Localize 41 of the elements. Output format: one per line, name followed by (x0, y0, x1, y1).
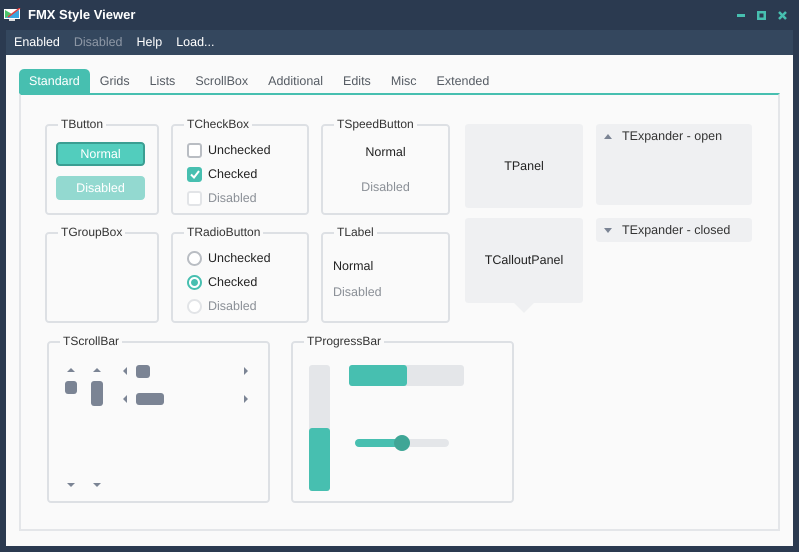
tab[interactable]: Additional (258, 69, 334, 93)
radio-button[interactable] (187, 274, 202, 290)
text-label: Disabled (333, 284, 383, 301)
minimize-icon[interactable] (737, 14, 745, 16)
text-label: Normal (333, 258, 374, 275)
callout-panel-text: TCalloutPanel (484, 252, 564, 270)
group-title: TSpeedButton (334, 116, 417, 132)
radio-label: Disabled (208, 298, 257, 315)
tab[interactable]: Misc (380, 69, 427, 93)
panel-text: TPanel (504, 158, 544, 175)
menu-item[interactable]: Help (136, 33, 162, 52)
checkbox[interactable] (187, 166, 202, 182)
menu-item[interactable]: Enabled (14, 33, 60, 52)
checkbox[interactable] (187, 142, 202, 158)
tab[interactable]: Grids (90, 69, 140, 93)
expander-header[interactable]: TExpander - closed (596, 218, 752, 242)
menu-item[interactable]: Load... (176, 33, 214, 52)
radio-button[interactable] (187, 250, 202, 266)
window-title: FMX Style Viewer (28, 6, 136, 24)
radio-label: Unchecked (208, 250, 271, 267)
expander-header[interactable]: TExpander - open (596, 124, 752, 148)
down-triangle-icon (604, 228, 612, 232)
radio-label: Checked (208, 274, 258, 291)
vertical-scroll-bar[interactable] (91, 368, 103, 487)
checkbox-label: Unchecked (208, 142, 271, 159)
tab[interactable]: Extended (426, 69, 500, 93)
checkbox-label: Disabled (208, 190, 257, 207)
tab[interactable]: ScrollBox (185, 69, 258, 93)
tab[interactable]: Lists (140, 69, 186, 93)
checkbox-label: Checked (208, 166, 258, 183)
horizontal-scroll-bar[interactable] (123, 393, 248, 405)
slider-thumb[interactable] (394, 435, 410, 451)
maximize-icon[interactable] (757, 10, 766, 20)
horizontal-scroll-bar[interactable] (123, 365, 248, 378)
tab[interactable]: Edits (333, 69, 381, 93)
speed-button[interactable]: Normal (359, 141, 412, 164)
check-icon (190, 170, 200, 178)
app-icon (4, 8, 21, 22)
vertical-scroll-bar[interactable] (65, 368, 77, 487)
up-triangle-icon (604, 134, 612, 138)
close-icon[interactable] (778, 10, 787, 20)
